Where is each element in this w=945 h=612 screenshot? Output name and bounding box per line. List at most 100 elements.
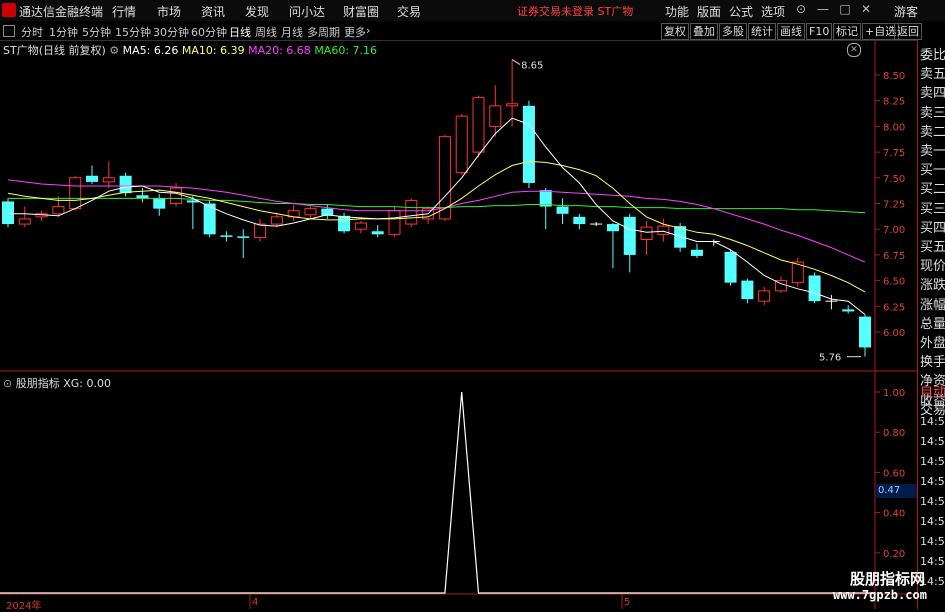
watermark-url: www.7gpzb.com xyxy=(833,588,927,602)
menu-item-news[interactable]: 资讯 xyxy=(201,3,225,20)
candle-body xyxy=(741,280,754,300)
period-monthly[interactable]: 月线 xyxy=(281,24,303,40)
candle-body xyxy=(18,218,31,225)
candle xyxy=(102,161,115,189)
toolbar-multistock[interactable]: 多股 xyxy=(719,23,747,40)
quote-label-12: 涨跌 xyxy=(920,278,945,294)
period-weekly[interactable]: 周线 xyxy=(255,24,277,40)
menu-item-layout[interactable]: 版面 xyxy=(697,3,721,20)
candle-body xyxy=(119,175,132,194)
candle xyxy=(724,249,737,286)
app-logo-icon xyxy=(2,3,16,17)
candle-body xyxy=(86,175,99,182)
candle xyxy=(35,210,48,221)
trade-time-4: 14:56 xyxy=(920,495,945,508)
candle xyxy=(808,272,821,304)
ma5-line xyxy=(8,117,866,315)
menu-item-quotes[interactable]: 行情 xyxy=(112,3,136,20)
candle-body xyxy=(758,290,771,302)
candle-body xyxy=(405,199,418,225)
candle xyxy=(371,225,384,238)
minimize-icon[interactable]: — xyxy=(815,2,831,18)
period-1min[interactable]: 1分钟 xyxy=(49,24,78,40)
user-icon[interactable]: ⊙ xyxy=(793,2,809,18)
toolbar-f10[interactable]: F10 xyxy=(806,23,833,40)
period-daily[interactable]: 日线 xyxy=(229,24,251,40)
indicator-tick-label: 0.20 xyxy=(883,549,905,560)
candle-body xyxy=(808,275,821,302)
candle-body xyxy=(690,249,703,256)
period-timeshare[interactable]: 分时 xyxy=(21,24,43,40)
quote-label-14: 总量 xyxy=(920,316,945,332)
trade-time-0: 14:55 xyxy=(920,415,945,428)
toolbar-back[interactable]: 返回 xyxy=(894,23,922,40)
guest-label[interactable]: 游客 xyxy=(894,3,918,20)
candle-body xyxy=(455,115,468,174)
candle xyxy=(237,229,250,258)
settings-icon[interactable]: ⚙ xyxy=(109,44,119,57)
trade-time-5: 14:56 xyxy=(920,515,945,528)
candle xyxy=(287,204,300,221)
chevron-right-icon[interactable]: › xyxy=(366,24,370,37)
candle-body xyxy=(640,226,653,240)
dropdown-icon[interactable]: ⊙ xyxy=(3,377,12,390)
menu-toggle-icon[interactable] xyxy=(3,25,15,37)
quote-label-7: 买二 xyxy=(920,182,945,198)
candle-body xyxy=(859,316,871,348)
candle xyxy=(758,286,771,306)
indicator-tick-label: 0.80 xyxy=(883,428,905,439)
candle-body xyxy=(270,216,283,225)
period-5min[interactable]: 5分钟 xyxy=(82,24,111,40)
indicator-tick-label: 0.60 xyxy=(883,468,905,479)
auto-trade-tab[interactable]: 自动 xyxy=(920,381,945,400)
price-tick-label: 7.50 xyxy=(883,174,905,185)
price-tick-label: 6.25 xyxy=(883,302,905,313)
menu-item-xiaoda[interactable]: 问小达 xyxy=(289,3,325,20)
indicator-tick-label: 1.00 xyxy=(883,388,905,399)
toolbar-stats[interactable]: 统计 xyxy=(748,23,776,40)
menu-item-trade[interactable]: 交易 xyxy=(397,3,421,20)
stock-chart[interactable]: 8.65 5.76 8.50 8.25 8.00 7.75 7.50 7.25 7.00 6.7… xyxy=(0,40,917,609)
quote-label-4: 卖二 xyxy=(920,124,945,140)
menu-item-discover[interactable]: 发现 xyxy=(245,3,269,20)
toolbar-draw[interactable]: 画线 xyxy=(777,23,805,40)
price-tick-label: 8.50 xyxy=(883,71,905,82)
date-label-year: 2024年 xyxy=(6,601,42,612)
main-legend: ST广物(日线 前复权) ⚙ MA5: 6.26 MA10: 6.39 MA20… xyxy=(3,42,377,58)
candle xyxy=(69,175,82,211)
quote-label-8: 买三 xyxy=(920,201,945,217)
candle-body xyxy=(52,206,65,215)
candle xyxy=(741,278,754,304)
candle-body xyxy=(724,251,737,283)
ma20-line xyxy=(7,179,866,263)
close-pane-icon[interactable]: ✕ xyxy=(847,43,861,57)
toolbar-overlay[interactable]: 叠加 xyxy=(690,23,718,40)
menu-item-formula[interactable]: 公式 xyxy=(729,3,753,20)
menu-item-market[interactable]: 市场 xyxy=(157,3,181,20)
menu-item-options[interactable]: 选项 xyxy=(761,3,785,20)
candle xyxy=(522,100,535,189)
toolbar-adjust[interactable]: 复权 xyxy=(661,23,689,40)
menu-item-functions[interactable]: 功能 xyxy=(665,3,689,20)
close-icon[interactable]: ✕ xyxy=(858,2,874,18)
ma20-label: MA20: 6.68 xyxy=(248,44,311,57)
candle xyxy=(640,220,653,255)
toolbar-mark[interactable]: 标记 xyxy=(833,23,861,40)
candle-body xyxy=(657,225,670,235)
period-60min[interactable]: 60分钟 xyxy=(191,24,227,40)
xg-signal-line xyxy=(0,391,875,594)
menu-item-wealth[interactable]: 财富圈 xyxy=(343,3,379,20)
candle-body xyxy=(573,216,586,225)
candle-body xyxy=(522,105,535,183)
candle-body xyxy=(136,195,149,199)
maximize-icon[interactable]: □ xyxy=(837,2,853,18)
candle xyxy=(556,198,569,225)
candle-body xyxy=(371,231,384,235)
period-more[interactable]: 更多 xyxy=(344,24,366,40)
period-multi[interactable]: 多周期 xyxy=(307,24,340,40)
indicator-xg: XG: 0.00 xyxy=(63,377,111,390)
period-30min[interactable]: 30分钟 xyxy=(153,24,189,40)
candle xyxy=(2,198,14,228)
period-15min[interactable]: 15分钟 xyxy=(115,24,151,40)
ma10-label: MA10: 6.39 xyxy=(181,44,245,57)
